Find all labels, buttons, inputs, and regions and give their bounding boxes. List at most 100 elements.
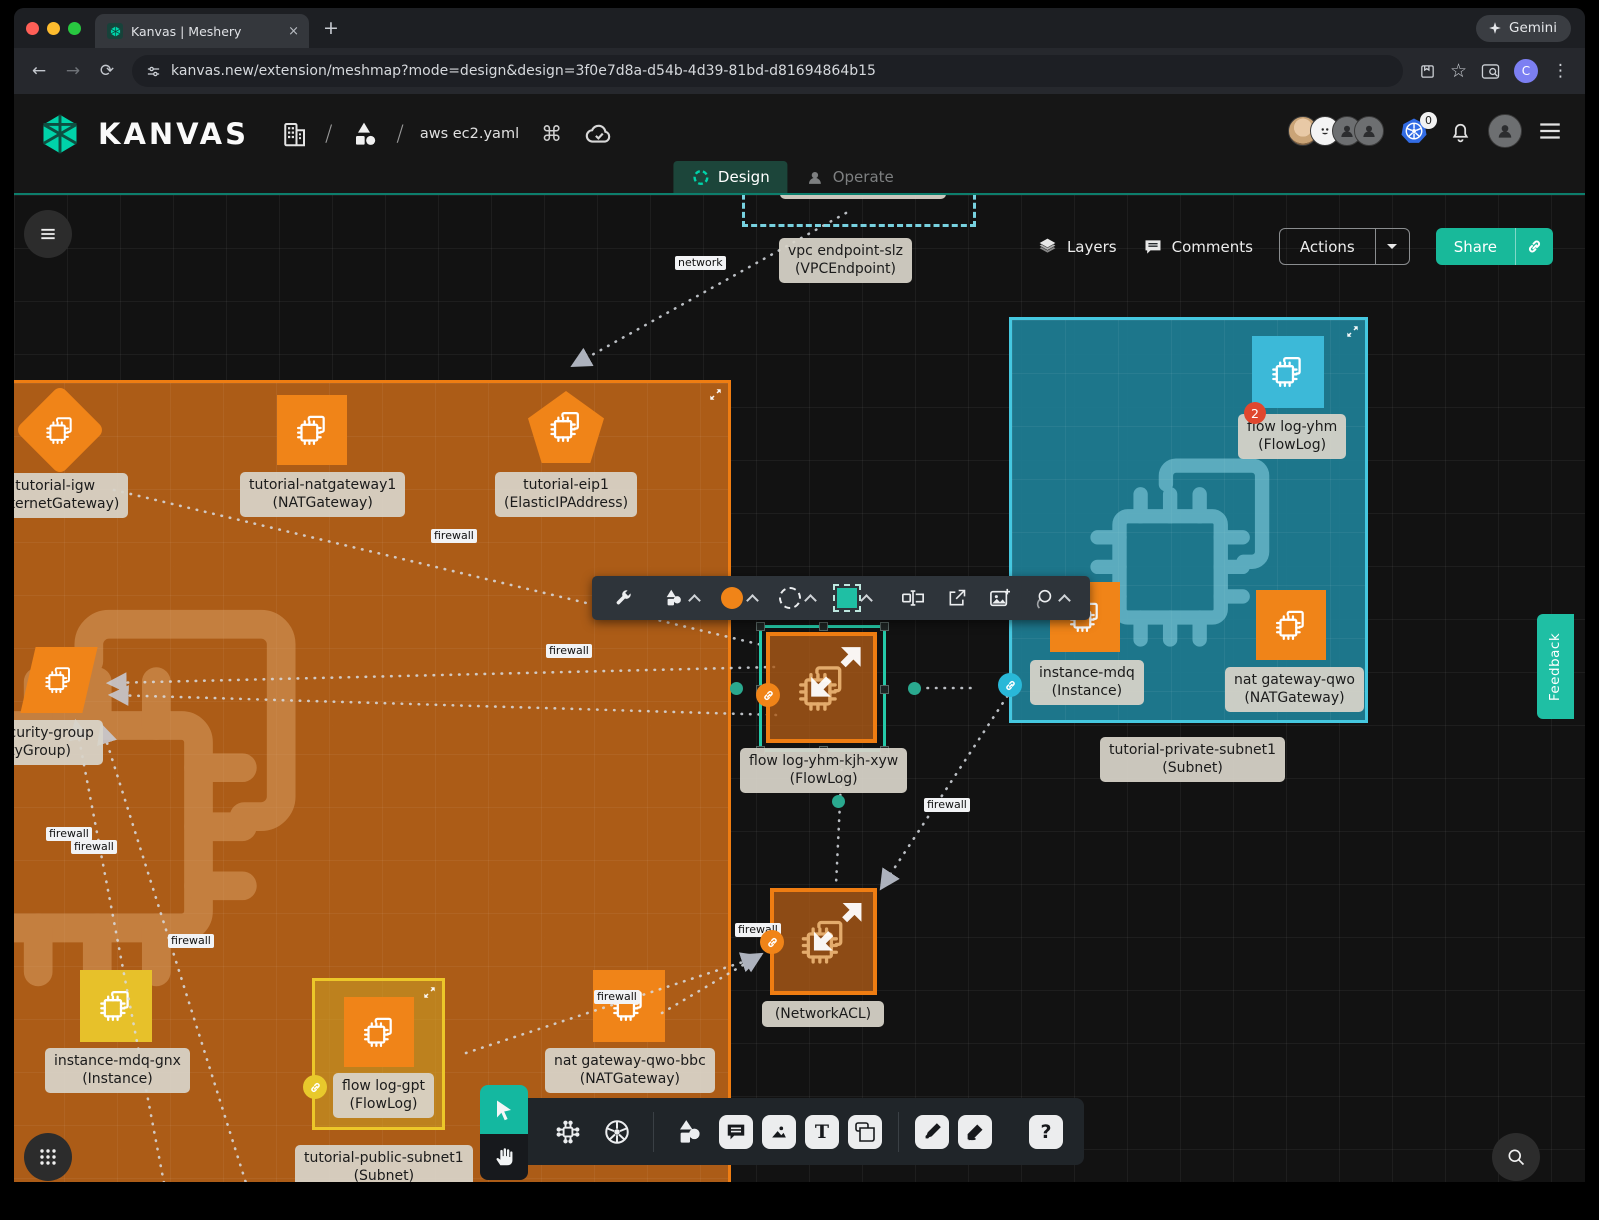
flowlog-selected-label[interactable]: flow log-yhm-kjh-xyw(FlowLog) xyxy=(740,748,907,793)
back-button[interactable]: ← xyxy=(24,61,54,81)
edge-label-firewall-5[interactable]: firewall xyxy=(168,934,214,948)
public-subnet-region[interactable]: flow log-gpt(FlowLog) xyxy=(312,978,445,1130)
group-tool[interactable] xyxy=(1022,576,1080,620)
shapes-tool[interactable] xyxy=(670,1112,710,1152)
text-tool[interactable]: T xyxy=(805,1115,839,1149)
close-tab-icon[interactable]: × xyxy=(288,24,299,39)
public-subnet-collapse-icon[interactable] xyxy=(423,986,436,999)
natgateway1-label[interactable]: tutorial-natgateway1(NATGateway) xyxy=(240,472,405,517)
flowlog-yhm-count-badge[interactable]: 2 xyxy=(1244,402,1266,424)
node-flowlog-yhm[interactable] xyxy=(1252,336,1324,408)
actions-button[interactable]: Actions xyxy=(1279,228,1410,265)
actions-dropdown-caret[interactable] xyxy=(1375,229,1409,264)
environment-button[interactable]: 0 xyxy=(1399,116,1433,146)
connection-dot-left[interactable] xyxy=(730,682,743,695)
bookmark-star-icon[interactable]: ☆ xyxy=(1450,60,1467,82)
add-image-tool[interactable] xyxy=(978,576,1022,620)
save-page-icon[interactable] xyxy=(1419,63,1436,80)
pen-tool[interactable] xyxy=(915,1115,949,1149)
networkacl-collapse-icon[interactable] xyxy=(808,897,867,956)
minimize-window-button[interactable] xyxy=(47,22,60,35)
layers-button[interactable]: Layers xyxy=(1037,236,1117,257)
natgateway-qwo-label[interactable]: nat gateway-qwo(NATGateway) xyxy=(1225,667,1364,712)
browser-tab[interactable]: Kanvas | Meshery × xyxy=(95,14,309,48)
side-panel-search-icon[interactable] xyxy=(1481,63,1500,80)
comments-button[interactable]: Comments xyxy=(1143,237,1253,257)
new-tab-button[interactable]: + xyxy=(323,17,339,39)
zoom-search-button[interactable] xyxy=(1492,1133,1540,1181)
feedback-tab[interactable]: Feedback xyxy=(1537,614,1574,719)
edge-label-firewall-3[interactable]: firewall xyxy=(46,827,92,841)
private-subnet-link-badge[interactable] xyxy=(998,673,1022,697)
networkacl-label[interactable]: (NetworkACL) xyxy=(762,1001,884,1027)
flowlog-gpt-label[interactable]: flow log-gpt(FlowLog) xyxy=(333,1073,434,1118)
flowlog-link-badge[interactable] xyxy=(756,683,780,707)
node-network-acl[interactable] xyxy=(770,888,877,995)
node-natgateway-bbc[interactable] xyxy=(593,970,665,1042)
select-tool[interactable] xyxy=(480,1085,528,1134)
copy-link-icon[interactable] xyxy=(1515,228,1553,265)
share-button[interactable]: Share xyxy=(1436,228,1553,265)
node-instance-gnx[interactable] xyxy=(80,970,152,1042)
edge-label-firewall-1[interactable]: firewall xyxy=(431,529,477,543)
node-natgateway-qwo[interactable] xyxy=(1256,590,1326,660)
networkacl-link-badge[interactable] xyxy=(760,930,784,954)
design-file-name[interactable]: aws ec2.yaml xyxy=(420,126,519,142)
app-menu-icon[interactable] xyxy=(1537,118,1563,144)
browser-menu-icon[interactable]: ⋮ xyxy=(1552,61,1569,81)
selection-color-picker[interactable] xyxy=(826,576,882,620)
private-subnet-region[interactable]: 2 flow log-yhm(FlowLog) instance-mdq(Ins… xyxy=(1009,317,1368,723)
designs-icon[interactable] xyxy=(348,118,380,150)
mesh-components-tool[interactable] xyxy=(548,1112,588,1152)
kubernetes-components-tool[interactable] xyxy=(597,1112,637,1152)
node-flowlog-gpt[interactable] xyxy=(344,997,414,1067)
notifications-bell-icon[interactable] xyxy=(1448,119,1473,144)
widgets-grid-button[interactable] xyxy=(24,1133,72,1181)
vpc-collapse-icon[interactable] xyxy=(709,388,722,401)
design-mode-tab[interactable]: Design xyxy=(673,161,788,193)
comment-tool[interactable] xyxy=(719,1115,753,1149)
configure-tool[interactable] xyxy=(602,576,644,620)
routetable-label[interactable]: (RouteTable) xyxy=(780,193,946,199)
shape-picker[interactable] xyxy=(652,576,710,620)
address-bar[interactable]: kanvas.new/extension/meshmap?mode=design… xyxy=(132,55,1403,87)
edge-label-firewall-8[interactable]: firewall xyxy=(924,798,970,812)
maximize-window-button[interactable] xyxy=(68,22,81,35)
gemini-button[interactable]: Gemini xyxy=(1476,15,1571,42)
organization-icon[interactable] xyxy=(279,119,309,149)
edge-label-firewall-6[interactable]: firewall xyxy=(594,990,640,1004)
shortcut-command-icon[interactable]: ⌘ xyxy=(541,122,562,146)
site-info-icon[interactable] xyxy=(146,64,161,79)
pencil-tool[interactable] xyxy=(958,1115,992,1149)
open-in-new-tool[interactable] xyxy=(936,576,978,620)
operate-mode-tab[interactable]: Operate xyxy=(788,161,912,193)
help-tool[interactable]: ? xyxy=(1029,1115,1063,1149)
public-subnet-link-badge[interactable] xyxy=(303,1075,327,1099)
collaborator-avatar-2[interactable] xyxy=(1354,116,1384,146)
private-subnet-label[interactable]: tutorial-private-subnet1(Subnet) xyxy=(1100,737,1285,782)
browser-profile-avatar[interactable]: C xyxy=(1514,59,1538,83)
natgateway-bbc-label[interactable]: nat gateway-qwo-bbc(NATGateway) xyxy=(545,1048,715,1093)
reload-button[interactable]: ⟳ xyxy=(92,61,122,81)
forward-button[interactable]: → xyxy=(58,61,88,81)
edge-label-firewall-4[interactable]: firewall xyxy=(71,840,117,854)
flowlog-collapse-icon[interactable] xyxy=(805,641,867,703)
connection-dot-bottom[interactable] xyxy=(832,795,845,808)
instance-mdq-label[interactable]: instance-mdq(Instance) xyxy=(1030,660,1144,705)
security-group-label[interactable]: tutorial-security-group(SecurityGroup) xyxy=(14,720,103,765)
public-subnet-label[interactable]: tutorial-public-subnet1(Subnet) xyxy=(295,1145,473,1182)
border-style-picker[interactable] xyxy=(768,576,826,620)
design-canvas[interactable]: Layers Comments Actions Share (Ro xyxy=(14,193,1585,1182)
node-flowlog-selected[interactable] xyxy=(766,632,877,743)
close-window-button[interactable] xyxy=(26,22,39,35)
pan-tool[interactable] xyxy=(480,1134,528,1180)
canvas-menu-button[interactable] xyxy=(24,210,72,258)
node-natgateway1[interactable] xyxy=(277,395,347,465)
image-tool[interactable] xyxy=(762,1115,796,1149)
eip1-label[interactable]: tutorial-eip1(ElasticIPAddress) xyxy=(495,472,637,517)
igw-label[interactable]: tutorial-igw(InternetGateway) xyxy=(14,473,128,518)
instance-gnx-label[interactable]: instance-mdq-gnx(Instance) xyxy=(45,1048,190,1093)
cloud-sync-icon[interactable] xyxy=(584,119,614,149)
user-avatar[interactable] xyxy=(1488,114,1522,148)
kanvas-logo-icon[interactable] xyxy=(38,112,82,156)
